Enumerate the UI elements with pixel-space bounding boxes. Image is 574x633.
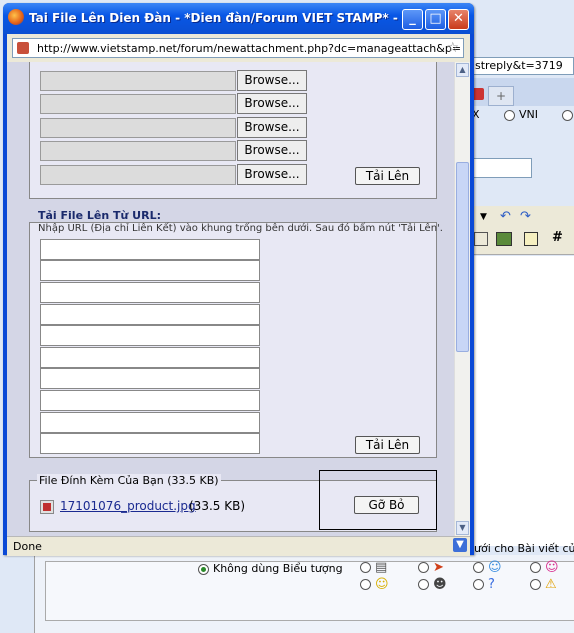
- smile-icon: ☺: [545, 560, 559, 575]
- site-favicon-icon: [17, 42, 29, 54]
- undo-icon[interactable]: ↶: [500, 209, 511, 224]
- file-input[interactable]: [40, 94, 236, 114]
- icon-radio[interactable]: [530, 579, 541, 590]
- scroll-thumb[interactable]: [456, 162, 469, 352]
- background-address-bar[interactable]: streply&t=3719: [470, 57, 574, 75]
- insert-image-icon[interactable]: [496, 232, 512, 246]
- attachments-legend: File Đính Kèm Của Bạn (33.5 KB): [37, 474, 221, 487]
- scroll-up-icon[interactable]: ▲: [456, 63, 469, 77]
- background-tab-strip: [470, 78, 574, 106]
- background-text-field[interactable]: [470, 158, 532, 178]
- url-input[interactable]: [40, 433, 260, 454]
- image-file-icon: [40, 500, 54, 514]
- maximize-button[interactable]: □: [425, 9, 446, 30]
- insert-table-icon[interactable]: [474, 232, 488, 246]
- url-input[interactable]: [40, 347, 260, 368]
- url-input[interactable]: [40, 282, 260, 303]
- file-input[interactable]: [40, 141, 236, 161]
- download-status-icon[interactable]: ▼: [453, 538, 467, 552]
- upload-url-section: Tải File Lên Từ URL: Nhập URL (Địa chỉ L…: [29, 209, 443, 458]
- file-input[interactable]: [40, 71, 236, 91]
- new-tab-button[interactable]: +: [488, 86, 514, 106]
- status-bar: Done ▼: [7, 536, 470, 556]
- icon-radio[interactable]: [473, 579, 484, 590]
- smile-icon: ☺: [375, 577, 389, 592]
- upload-url-title: Tải File Lên Từ URL:: [38, 209, 161, 222]
- warning-icon: ⚠: [545, 577, 557, 592]
- icon-radio[interactable]: [360, 562, 371, 573]
- editor-area[interactable]: [470, 256, 574, 546]
- file-input[interactable]: [40, 118, 236, 138]
- quote-icon[interactable]: [524, 232, 538, 246]
- icon-radio[interactable]: [530, 562, 541, 573]
- vni-label: VNI: [519, 108, 538, 121]
- url-input[interactable]: [40, 325, 260, 346]
- scroll-down-icon[interactable]: ▼: [456, 521, 469, 535]
- browse-button[interactable]: Browse...: [237, 164, 307, 185]
- url-input[interactable]: [40, 239, 260, 260]
- icon-radio[interactable]: [418, 562, 429, 573]
- upload-files-section: Browse... Browse... Browse... Browse... …: [29, 62, 437, 199]
- browse-button[interactable]: Browse...: [237, 70, 307, 91]
- browse-button[interactable]: Browse...: [237, 140, 307, 161]
- popup-content: Browse... Browse... Browse... Browse... …: [7, 62, 470, 536]
- attachment-file-link[interactable]: 17101076_product.jpg: [60, 499, 196, 513]
- icon-radio[interactable]: [473, 562, 484, 573]
- remove-attachment-button[interactable]: Gỡ Bỏ: [354, 496, 419, 514]
- file-input[interactable]: [40, 165, 236, 185]
- url-input[interactable]: [40, 368, 260, 389]
- browse-button[interactable]: Browse...: [237, 93, 307, 114]
- url-input[interactable]: [40, 304, 260, 325]
- no-icon-radio[interactable]: [198, 563, 209, 575]
- upload-url-hint: Nhập URL (Địa chỉ Liên Kết) vào khung tr…: [38, 223, 443, 234]
- popup-url: http://www.vietstamp.net/forum/newattach…: [37, 42, 462, 55]
- popup-address-bar[interactable]: http://www.vietstamp.net/forum/newattach…: [12, 38, 464, 58]
- dropdown-arrow-icon[interactable]: ▼: [480, 212, 487, 222]
- cool-icon: ☻: [433, 577, 447, 592]
- redo-icon[interactable]: ↷: [520, 209, 531, 224]
- no-icon-label: Không dùng Biểu tượng: [213, 562, 343, 575]
- bookmark-star-icon[interactable]: ☆: [446, 40, 459, 56]
- upload-files-button[interactable]: Tải Lên: [355, 167, 420, 185]
- hash-icon[interactable]: #: [552, 230, 563, 245]
- vertical-scrollbar[interactable]: ▲ ▼: [454, 62, 470, 536]
- editor-toolbar: ▼ ↶ ↷ #: [470, 206, 574, 255]
- upload-url-button[interactable]: Tải Lên: [355, 436, 420, 454]
- status-text: Done: [13, 540, 42, 553]
- background-input-method: X VNI: [470, 106, 574, 126]
- no-icon-option[interactable]: Không dùng Biểu tượng: [198, 562, 343, 575]
- question-icon: ?: [488, 577, 495, 592]
- smile-icon: ☺: [488, 560, 502, 575]
- icon-radio[interactable]: [418, 579, 429, 590]
- vni-radio[interactable]: [504, 109, 515, 121]
- popup-address-area: http://www.vietstamp.net/forum/newattach…: [7, 34, 470, 62]
- icon-radio[interactable]: [360, 579, 371, 590]
- url-input[interactable]: [40, 260, 260, 281]
- post-icon-note: ưới cho Bài viết củ: [474, 542, 574, 555]
- firefox-icon: [8, 9, 24, 25]
- other-radio[interactable]: [562, 109, 573, 121]
- close-button[interactable]: ✕: [448, 9, 469, 30]
- browse-button[interactable]: Browse...: [237, 117, 307, 138]
- note-icon: ▤: [375, 560, 388, 575]
- popup-titlebar[interactable]: Tai File Lên Dien Đàn - *Dien đàn/Forum …: [3, 3, 474, 34]
- minimize-button[interactable]: _: [402, 9, 423, 30]
- arrow-icon: ➤: [433, 560, 444, 575]
- url-input[interactable]: [40, 412, 260, 433]
- attachment-popup-window: Tai File Lên Dien Đàn - *Dien đàn/Forum …: [3, 3, 474, 556]
- url-input[interactable]: [40, 390, 260, 411]
- attachment-file-size: (33.5 KB): [189, 499, 245, 513]
- attachment-page: Browse... Browse... Browse... Browse... …: [7, 62, 455, 536]
- popup-title: Tai File Lên Dien Đàn - *Dien đàn/Forum …: [29, 11, 399, 25]
